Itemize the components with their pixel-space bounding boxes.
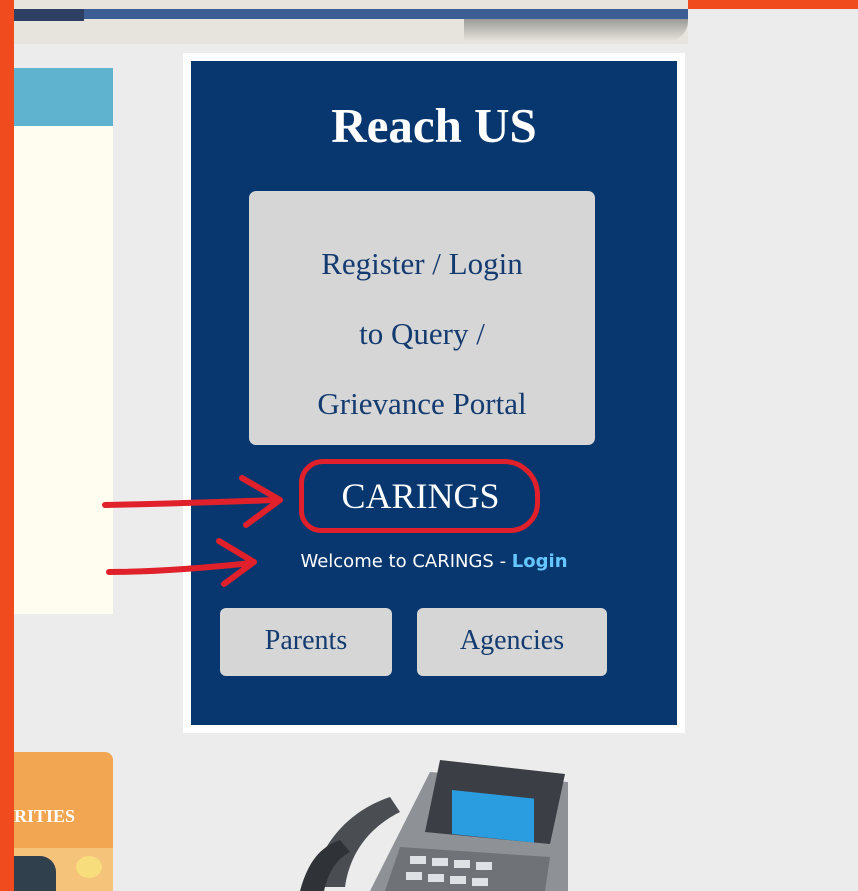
parents-button[interactable]: Parents <box>220 608 392 676</box>
banner-image <box>14 9 84 21</box>
activities-image <box>14 848 113 891</box>
reach-us-widget: Reach US Register / Login to Query / Gri… <box>183 53 685 733</box>
activities-label: RITIES <box>14 806 76 826</box>
grievance-portal-button[interactable]: Register / Login to Query / Grievance Po… <box>249 191 595 445</box>
telephone-icon <box>300 760 568 891</box>
welcome-text: Welcome to CARINGS - <box>300 551 512 572</box>
activities-card[interactable]: RITIES <box>14 752 113 891</box>
left-panel-header <box>14 68 113 126</box>
image-shape <box>76 856 102 878</box>
portal-line-1: Register / Login <box>321 246 523 281</box>
annotation-circle <box>299 459 540 533</box>
top-banner <box>14 0 688 44</box>
login-link[interactable]: Login <box>512 551 568 572</box>
banner-bar <box>84 9 688 19</box>
banner-shadow <box>464 19 688 41</box>
image-shape <box>14 856 56 891</box>
portal-line-2: to Query / <box>359 316 485 351</box>
reach-us-panel: Reach US Register / Login to Query / Gri… <box>191 61 677 725</box>
carings-heading: CARINGS <box>299 459 540 533</box>
red-arrow-icon <box>102 475 283 528</box>
reach-us-title: Reach US <box>331 98 537 153</box>
portal-line-3: Grievance Portal <box>317 386 527 421</box>
screenshot-frame-left <box>0 0 14 891</box>
left-content-panel <box>14 68 113 614</box>
agencies-button[interactable]: Agencies <box>417 608 607 676</box>
red-arrow-icon <box>106 538 257 587</box>
